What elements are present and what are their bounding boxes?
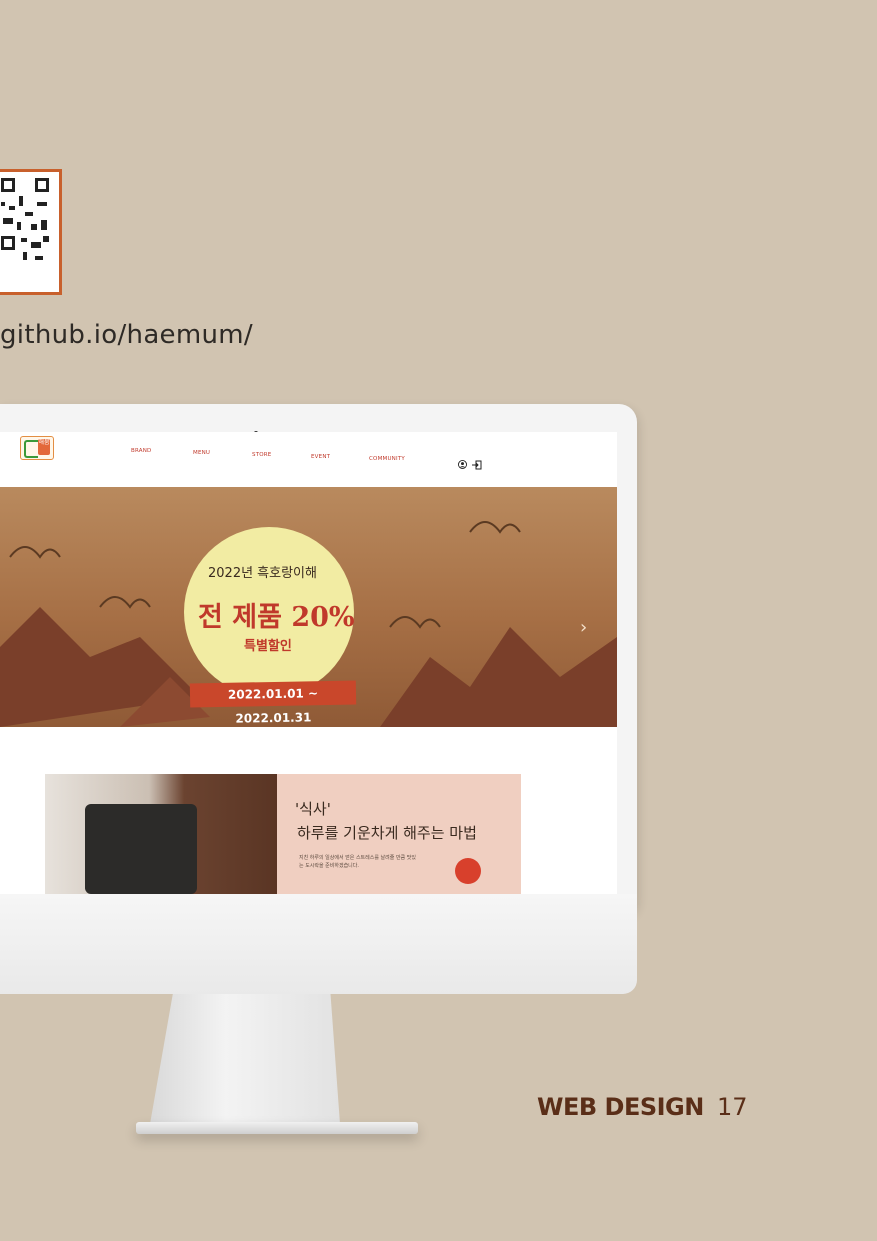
chevron-right-icon[interactable]: ›: [580, 617, 587, 638]
nav-community[interactable]: COMMUNITY: [369, 456, 405, 462]
promo-description: 지친 하루의 일상에서 얻은 스트레스를 날려줄 만큼 맛있는 도시락을 준비하…: [299, 855, 416, 869]
logo-text: 해뭄: [38, 439, 50, 455]
food-photo: [45, 774, 277, 894]
monitor-bezel: 해뭄 BRAND MENU STORE EVENT COMMUNITY 2022…: [0, 404, 637, 914]
monitor-chin: [0, 894, 637, 994]
tomato-image: [455, 858, 481, 884]
portfolio-url[interactable]: github.io/haemum/: [0, 320, 253, 350]
monitor-mockup: 해뭄 BRAND MENU STORE EVENT COMMUNITY 2022…: [0, 404, 640, 1134]
monitor-base: [136, 1122, 418, 1134]
hero-title: 전 제품 20%: [198, 602, 355, 633]
promo-subtitle: 하루를 기운차게 해주는 마법: [297, 824, 477, 842]
website-screen: 해뭄 BRAND MENU STORE EVENT COMMUNITY 2022…: [0, 432, 617, 894]
hero-tagline: 특별할인: [244, 639, 292, 654]
site-logo[interactable]: 해뭄: [20, 436, 54, 460]
qr-pattern: [0, 172, 59, 292]
site-nav: 해뭄 BRAND MENU STORE EVENT COMMUNITY: [0, 432, 617, 470]
monitor-stand: [150, 994, 340, 1124]
hero-date-badge: 2022.01.01 ~ 2022.01.31: [189, 680, 357, 726]
nav-event[interactable]: EVENT: [311, 454, 330, 460]
qr-code: [0, 169, 62, 295]
user-icon[interactable]: [458, 460, 467, 469]
nav-brand[interactable]: BRAND: [131, 448, 151, 454]
promo-card[interactable]: '식사' 하루를 기운차게 해주는 마법 지친 하루의 일상에서 얻은 스트레스…: [45, 774, 521, 894]
nav-menu[interactable]: MENU: [193, 450, 210, 456]
slider-dots[interactable]: [268, 719, 280, 727]
logo-mark-icon: [24, 440, 38, 458]
bento-box-image: [85, 804, 197, 894]
login-icon[interactable]: [472, 460, 482, 470]
nav-store[interactable]: STORE: [252, 452, 271, 458]
section-caption: WEB DESIGN: [537, 1093, 704, 1121]
hero-subtitle: 2022년 흑호랑이해: [208, 566, 317, 581]
page-number: 17: [717, 1093, 748, 1121]
promo-title: '식사': [295, 800, 331, 818]
hero-banner[interactable]: 2022년 흑호랑이해 전 제품 20% 특별할인 2022.01.01 ~ 2…: [0, 487, 617, 727]
